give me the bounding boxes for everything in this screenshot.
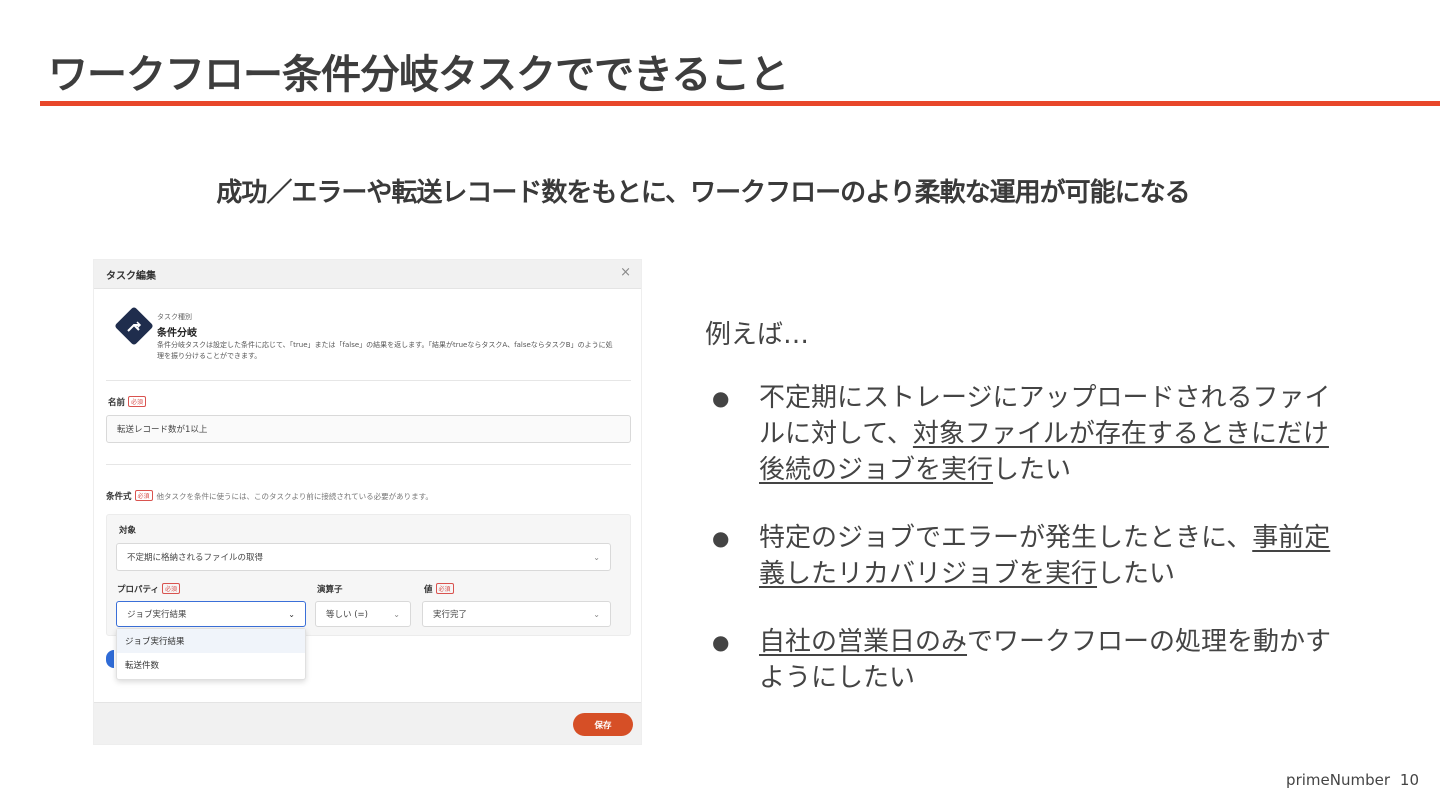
toggle-indicator bbox=[106, 650, 114, 668]
name-label: 名前 必須 bbox=[108, 396, 147, 408]
value-select-value: 実行完了 bbox=[433, 610, 468, 620]
dialog-footer: 保存 bbox=[94, 702, 641, 744]
example-label: 例えば… bbox=[705, 320, 810, 350]
task-edit-dialog: タスク編集 × タスク種別 条件分岐 条件分岐タスクは設定した条件に応じて、「t… bbox=[93, 259, 642, 745]
name-input[interactable]: 転送レコード数が1以上 bbox=[106, 415, 631, 443]
target-label: 対象 bbox=[119, 526, 137, 536]
list-item: 自社の営業日のみでワークフローの処理を動かすようにしたい bbox=[712, 624, 1352, 696]
close-icon[interactable]: × bbox=[620, 265, 631, 280]
property-label: プロパティ 必須 bbox=[117, 583, 181, 595]
bullet-text: 特定のジョブでエラーが発生したときに、 bbox=[759, 523, 1253, 553]
dialog-title: タスク編集 bbox=[106, 271, 156, 282]
task-description: 条件分岐タスクは設定した条件に応じて、「true」または「false」の結果を返… bbox=[157, 341, 613, 360]
name-label-text: 名前 bbox=[108, 398, 126, 408]
condition-hint: 他タスクを条件に使うには、このタスクより前に接続されている必要があります。 bbox=[156, 492, 433, 501]
value-label-text: 値 bbox=[424, 585, 433, 595]
footer-brand: primeNumber bbox=[1286, 771, 1390, 789]
divider bbox=[106, 464, 631, 465]
chevron-down-icon: ⌄ bbox=[593, 609, 600, 619]
property-label-text: プロパティ bbox=[117, 585, 159, 595]
property-select-value: ジョブ実行結果 bbox=[127, 610, 187, 620]
value-label: 値必須 bbox=[424, 583, 454, 595]
dropdown-option[interactable]: 転送件数 bbox=[117, 653, 305, 677]
list-item: 特定のジョブでエラーが発生したときに、事前定義したリカバリジョブを実行したい bbox=[712, 520, 1352, 592]
required-badge: 必須 bbox=[128, 396, 147, 407]
condition-label-text: 条件式 bbox=[106, 492, 132, 502]
branch-icon bbox=[114, 306, 154, 346]
chevron-down-icon: ⌄ bbox=[393, 609, 400, 619]
condition-label: 条件式 必須 他タスクを条件に使うには、このタスクより前に接続されている必要がありま… bbox=[106, 490, 433, 502]
slide-title: ワークフロー条件分岐タスクでできること bbox=[48, 52, 789, 98]
page-number: 10 bbox=[1399, 771, 1419, 789]
example-list: 不定期にストレージにアップロードされるファイルに対して、対象ファイルが存在すると… bbox=[712, 380, 1352, 728]
title-underline bbox=[40, 101, 1440, 106]
list-item: 不定期にストレージにアップロードされるファイルに対して、対象ファイルが存在すると… bbox=[712, 380, 1352, 488]
task-kind-label: タスク種別 bbox=[157, 313, 192, 321]
bullet-text: したい bbox=[993, 455, 1072, 485]
bullet-emphasis: 自社の営業日のみ bbox=[759, 627, 968, 657]
slide-subtitle: 成功／エラーや転送レコード数をもとに、ワークフローのより柔軟な運用が可能になる bbox=[216, 178, 1190, 208]
save-button[interactable]: 保存 bbox=[573, 713, 633, 736]
task-type-name: 条件分岐 bbox=[157, 328, 197, 339]
chevron-down-icon: ⌄ bbox=[288, 609, 295, 619]
dialog-header: タスク編集 × bbox=[94, 260, 641, 289]
property-select[interactable]: ジョブ実行結果 ⌄ bbox=[116, 601, 306, 627]
required-badge: 必須 bbox=[162, 583, 181, 594]
operator-select-value: 等しい (=) bbox=[326, 610, 368, 620]
divider bbox=[106, 380, 631, 381]
bullet-text: したい bbox=[1097, 559, 1176, 589]
target-select-value: 不定期に格納されるファイルの取得 bbox=[127, 553, 264, 563]
operator-select[interactable]: 等しい (=) ⌄ bbox=[315, 601, 411, 627]
name-input-value: 転送レコード数が1以上 bbox=[117, 425, 208, 435]
target-select[interactable]: 不定期に格納されるファイルの取得 ⌄ bbox=[116, 543, 611, 571]
required-badge: 必須 bbox=[134, 490, 153, 501]
property-dropdown: ジョブ実行結果 転送件数 bbox=[116, 628, 306, 680]
chevron-down-icon: ⌄ bbox=[593, 552, 600, 562]
operator-label: 演算子 bbox=[317, 585, 343, 595]
value-select[interactable]: 実行完了 ⌄ bbox=[422, 601, 611, 627]
required-badge: 必須 bbox=[435, 583, 454, 594]
dropdown-option[interactable]: ジョブ実行結果 bbox=[117, 629, 305, 653]
